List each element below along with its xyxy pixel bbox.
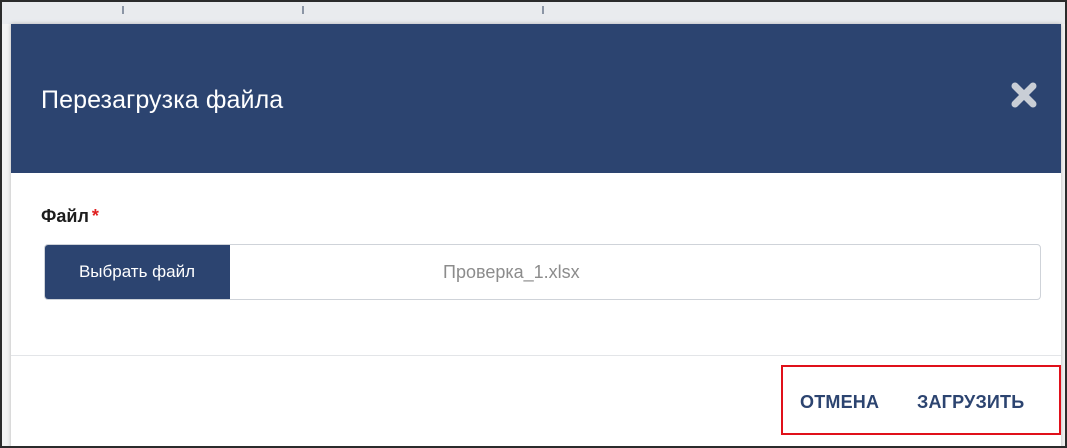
background-page: [2, 2, 1065, 24]
dialog-body: Файл * Выбрать файл Проверка_1.xlsx: [11, 173, 1061, 355]
background-artifact: [542, 6, 544, 14]
selected-file-name: Проверка_1.xlsx: [443, 262, 580, 282]
required-marker: *: [91, 206, 99, 226]
screenshot-frame: Перезагрузка файла Файл * Выбрать файл Пр…: [0, 0, 1067, 448]
close-icon[interactable]: [1009, 80, 1039, 110]
dialog-title: Перезагрузка файла: [41, 86, 284, 114]
file-label-text: Файл: [41, 206, 89, 226]
footer-divider: [11, 355, 1061, 356]
upload-button[interactable]: ЗАГРУЗИТЬ: [917, 392, 1024, 413]
choose-file-button[interactable]: Выбрать файл: [45, 245, 230, 299]
cancel-button[interactable]: ОТМЕНА: [800, 392, 879, 413]
close-icon-glyph: [1011, 82, 1037, 108]
background-artifact: [122, 6, 124, 14]
file-field-label: Файл *: [41, 206, 99, 227]
background-artifact: [302, 6, 304, 14]
file-input[interactable]: Выбрать файл Проверка_1.xlsx: [44, 244, 1041, 300]
reupload-file-dialog: Перезагрузка файла Файл * Выбрать файл Пр…: [11, 24, 1061, 446]
dialog-header: Перезагрузка файла: [11, 24, 1061, 173]
